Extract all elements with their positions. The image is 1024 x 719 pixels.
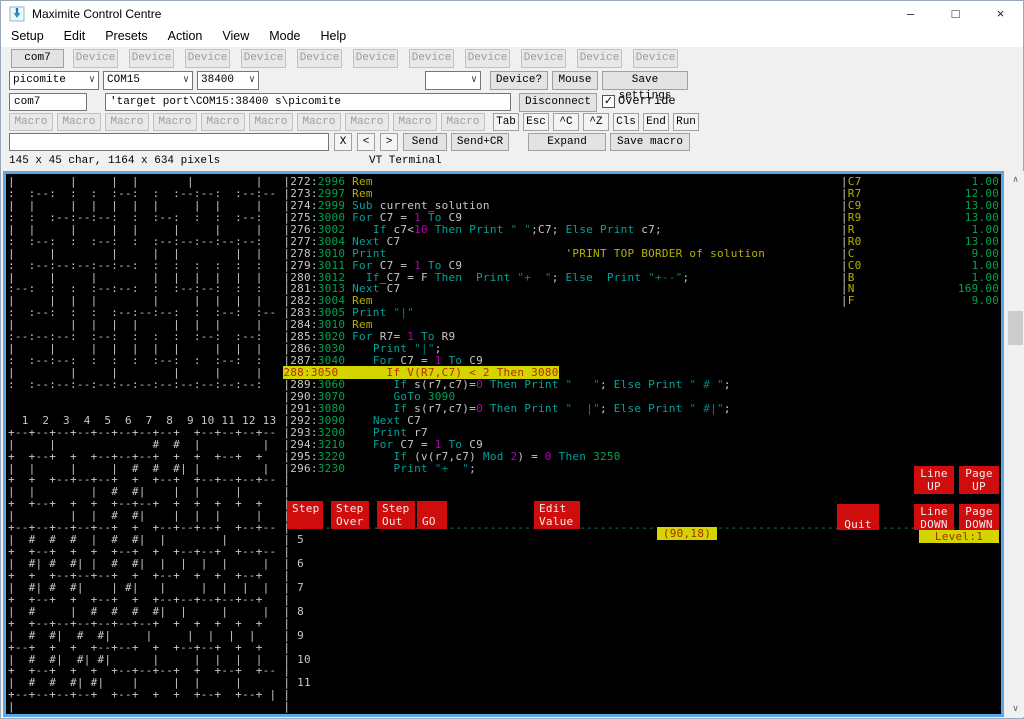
page-up-button[interactable]: PageUP xyxy=(959,466,999,494)
macro-button-8[interactable]: Macro xyxy=(345,113,389,131)
target-type-select[interactable]: picomite∨ xyxy=(9,71,99,90)
menu-view[interactable]: View xyxy=(212,27,259,47)
go-button[interactable]: GO xyxy=(417,501,447,529)
app-window: Maximite Control Centre – □ × SetupEditP… xyxy=(0,0,1024,719)
page-down-button[interactable]: PageDOWN xyxy=(959,504,999,530)
maximize-button[interactable]: □ xyxy=(933,1,978,27)
device-button-6[interactable]: Device xyxy=(353,49,398,68)
menu-help[interactable]: Help xyxy=(311,27,357,47)
save-settings-button[interactable]: Save settings xyxy=(602,71,688,90)
device-button-8[interactable]: Device xyxy=(465,49,510,68)
step-over-button[interactable]: StepOver xyxy=(331,501,369,529)
edit-value-button[interactable]: EditValue xyxy=(534,501,580,529)
key-button-ctrl-c[interactable]: ^C xyxy=(553,113,579,131)
com-port-button[interactable]: com7 xyxy=(11,49,64,68)
terminal-screen: | | | | | | |272:2996 Rem |C7 1.00: :--:… xyxy=(6,174,999,713)
device-button-3[interactable]: Device xyxy=(185,49,230,68)
step-button[interactable]: Step xyxy=(287,501,323,529)
scroll-down-icon[interactable]: ∨ xyxy=(1007,700,1024,717)
com-select[interactable]: COM15∨ xyxy=(103,71,193,90)
macro-button-2[interactable]: Macro xyxy=(57,113,101,131)
macro-button-5[interactable]: Macro xyxy=(201,113,245,131)
window-title: Maximite Control Centre xyxy=(32,7,161,21)
mouse-button[interactable]: Mouse xyxy=(552,71,598,90)
macro-button-4[interactable]: Macro xyxy=(153,113,197,131)
key-button-cls[interactable]: Cls xyxy=(613,113,639,131)
status-bar: 145 x 45 char, 1164 x 634 pixels VT Term… xyxy=(1,153,1023,171)
menu-mode[interactable]: Mode xyxy=(259,27,310,47)
baud-select[interactable]: 38400∨ xyxy=(197,71,259,90)
device-query-button[interactable]: Device? xyxy=(490,71,548,90)
menu-edit[interactable]: Edit xyxy=(54,27,96,47)
app-icon xyxy=(9,6,25,22)
vertical-scrollbar[interactable]: ∧ ∨ xyxy=(1007,171,1024,717)
device-button-2[interactable]: Device xyxy=(129,49,174,68)
key-button-tab[interactable]: Tab xyxy=(493,113,519,131)
vt-terminal[interactable]: | | | | | | |272:2996 Rem |C7 1.00: :--:… xyxy=(3,171,1004,717)
level-badge: Level:1 xyxy=(919,530,999,543)
macro-button-1[interactable]: Macro xyxy=(9,113,53,131)
key-button-ctrl-z[interactable]: ^Z xyxy=(583,113,609,131)
device-button-10[interactable]: Device xyxy=(577,49,622,68)
macro-input[interactable] xyxy=(9,133,329,151)
device-button-1[interactable]: Device xyxy=(73,49,118,68)
step-out-button[interactable]: StepOut xyxy=(377,501,415,529)
chevron-down-icon: ∨ xyxy=(249,72,255,89)
minimize-button[interactable]: – xyxy=(888,1,933,27)
key-button-end[interactable]: End xyxy=(643,113,669,131)
device-button-11[interactable]: Device xyxy=(633,49,678,68)
macro-button-3[interactable]: Macro xyxy=(105,113,149,131)
send-button[interactable]: Send xyxy=(403,133,447,151)
menu-setup[interactable]: Setup xyxy=(1,27,54,47)
device-button-4[interactable]: Device xyxy=(241,49,286,68)
terminal-mode-label: VT Terminal xyxy=(369,153,442,169)
override-label: Override xyxy=(618,94,676,108)
macro-button-10[interactable]: Macro xyxy=(441,113,485,131)
macro-button-6[interactable]: Macro xyxy=(249,113,293,131)
device-button-7[interactable]: Device xyxy=(409,49,454,68)
empty-select[interactable]: ∨ xyxy=(425,71,481,90)
save-macro-button[interactable]: Save macro xyxy=(610,133,690,151)
device-button-5[interactable]: Device xyxy=(297,49,342,68)
scrollbar-thumb[interactable] xyxy=(1008,311,1023,345)
clear-button[interactable]: X xyxy=(334,133,352,151)
title-bar: Maximite Control Centre – □ × xyxy=(1,1,1023,27)
expand-button[interactable]: Expand xyxy=(528,133,606,151)
close-button[interactable]: × xyxy=(978,1,1023,27)
menu-presets[interactable]: Presets xyxy=(95,27,157,47)
target-port-input[interactable] xyxy=(105,93,511,111)
quit-button[interactable]: Quit xyxy=(837,504,879,530)
override-checkbox[interactable]: ✓ xyxy=(602,95,615,108)
send-cr-button[interactable]: Send+CR xyxy=(451,133,509,151)
prev-button[interactable]: < xyxy=(357,133,375,151)
chevron-down-icon: ∨ xyxy=(471,72,477,89)
terminal-size-label: 145 x 45 char, 1164 x 634 pixels xyxy=(9,153,220,169)
menu-bar: SetupEditPresetsActionViewModeHelp xyxy=(1,27,1023,47)
line-down-button[interactable]: LineDOWN xyxy=(914,504,954,530)
chevron-down-icon: ∨ xyxy=(183,72,189,89)
com-name-input[interactable] xyxy=(9,93,87,111)
cursor-position-badge: (90,18) xyxy=(657,527,717,540)
macro-button-9[interactable]: Macro xyxy=(393,113,437,131)
line-up-button[interactable]: LineUP xyxy=(914,466,954,494)
device-button-9[interactable]: Device xyxy=(521,49,566,68)
scroll-up-icon[interactable]: ∧ xyxy=(1007,171,1024,188)
key-button-run[interactable]: Run xyxy=(673,113,699,131)
chevron-down-icon: ∨ xyxy=(89,72,95,89)
key-button-esc[interactable]: Esc xyxy=(523,113,549,131)
terminal-line: | | xyxy=(8,701,999,713)
disconnect-button[interactable]: Disconnect xyxy=(519,93,597,112)
menu-action[interactable]: Action xyxy=(158,27,213,47)
next-button[interactable]: > xyxy=(380,133,398,151)
macro-button-7[interactable]: Macro xyxy=(297,113,341,131)
